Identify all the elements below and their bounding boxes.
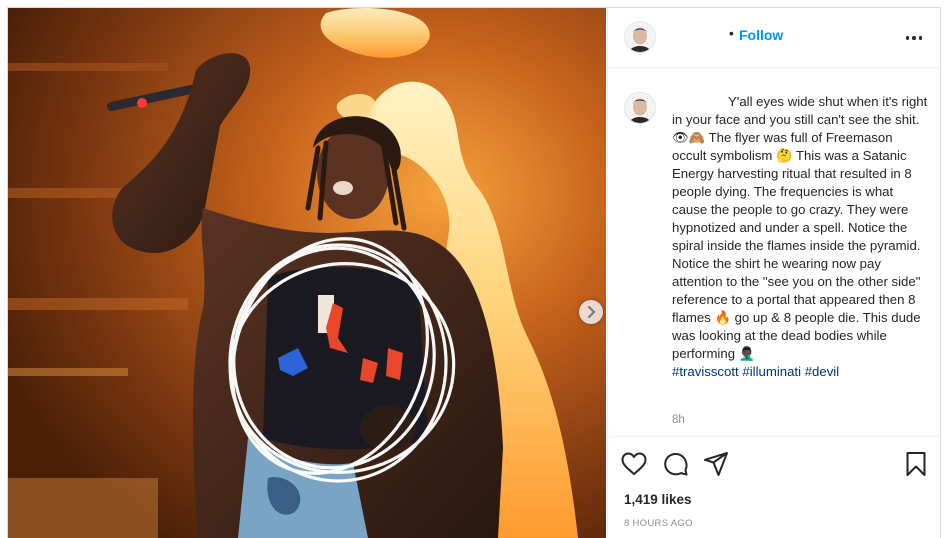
photo-illustration	[8, 8, 606, 538]
heart-icon	[621, 452, 647, 475]
caption-section: Y'all eyes wide shut when it's right in …	[608, 69, 942, 437]
more-horizontal-icon	[905, 36, 910, 40]
header-separator: •	[729, 25, 734, 41]
hashtag-link[interactable]: #illuminati	[742, 364, 801, 379]
author-avatar[interactable]	[624, 21, 656, 53]
avatar-image	[625, 22, 655, 52]
caption-time-ago[interactable]: 8h	[672, 414, 685, 426]
like-button[interactable]	[620, 450, 648, 478]
bookmark-icon	[906, 452, 926, 476]
caption-hashtags: #travisscott #illuminati #devil	[672, 363, 928, 381]
caption-author-avatar[interactable]	[624, 92, 656, 124]
share-button[interactable]	[702, 450, 730, 478]
chevron-right-icon	[588, 306, 595, 318]
follow-button[interactable]: Follow	[739, 27, 783, 43]
share-icon	[704, 452, 728, 476]
post-actions	[608, 444, 942, 484]
more-options-button[interactable]	[902, 26, 926, 50]
hashtag-link[interactable]: #devil	[805, 364, 839, 379]
comment-button[interactable]	[662, 450, 690, 478]
post-photo[interactable]	[8, 8, 606, 538]
comment-icon	[664, 452, 688, 476]
caption-text: Y'all eyes wide shut when it's right in …	[672, 94, 928, 361]
avatar-image	[625, 93, 655, 123]
hashtag-link[interactable]: #travisscott	[672, 364, 739, 379]
post-header: • Follow	[608, 8, 942, 68]
next-photo-button[interactable]	[579, 300, 603, 324]
post-side-panel: • Follow Y'all eyes wide shut when it's …	[607, 8, 942, 538]
post-caption: Y'all eyes wide shut when it's right in …	[672, 93, 928, 381]
post-timestamp[interactable]: 8 HOURS AGO	[624, 518, 693, 529]
instagram-post: • Follow Y'all eyes wide shut when it's …	[0, 0, 948, 538]
likes-count[interactable]: 1,419 likes	[624, 492, 692, 507]
more-dot	[918, 36, 923, 40]
more-dot	[912, 36, 916, 40]
save-button[interactable]	[902, 450, 930, 478]
